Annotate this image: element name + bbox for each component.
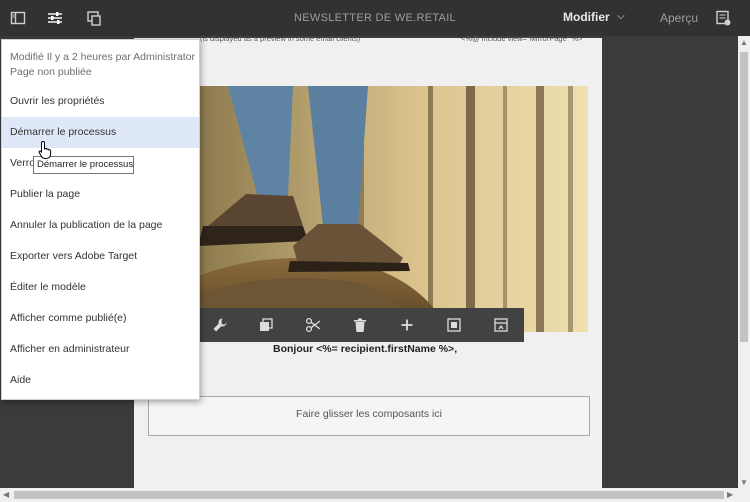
preheader-text: (is displayed as a preview in some email… [200, 34, 361, 43]
hero-image[interactable] [198, 86, 588, 332]
greeting-prefix: Bonjour [273, 343, 317, 355]
menu-item-view-published[interactable]: Afficher comme publié(e) [2, 303, 199, 334]
tooltip-text: Démarrer le processus [37, 159, 134, 170]
top-toolbar: NEWSLETTER DE WE.RETAIL Modifier ⌵ Aperç… [0, 0, 750, 36]
hand-cursor-icon [38, 140, 54, 160]
page-status-info: Modifié Il y a 2 heures par Administrato… [10, 50, 195, 80]
mode-selector[interactable]: Modifier [563, 10, 610, 24]
menu-item-label: Afficher comme publié(e) [10, 312, 127, 324]
menu-item-label: Ouvrir les propriétés [10, 95, 105, 107]
parent-icon[interactable] [493, 317, 509, 333]
scroll-down-icon[interactable]: ▼ [740, 478, 748, 487]
annotations-icon[interactable] [715, 10, 731, 26]
preview-button[interactable]: Aperçu [660, 11, 698, 25]
page-title: NEWSLETTER DE WE.RETAIL [294, 12, 456, 24]
page-info-menu: Modifié Il y a 2 heures par Administrato… [1, 39, 200, 400]
scroll-right-icon[interactable]: ▶ [727, 490, 733, 499]
group-icon[interactable] [446, 317, 462, 333]
drop-zone-label: Faire glisser les composants ici [296, 408, 442, 420]
menu-item-publish[interactable]: Publier la page [2, 179, 199, 210]
greeting-variable: <%= recipient.firstName %> [316, 343, 455, 355]
greeting-suffix: , [454, 343, 458, 355]
vertical-scroll-thumb[interactable] [740, 52, 748, 342]
menu-item-export-target[interactable]: Exporter vers Adobe Target [2, 241, 199, 272]
menu-item-open-properties[interactable]: Ouvrir les propriétés [2, 86, 199, 117]
menu-item-unpublish[interactable]: Annuler la publication de la page [2, 210, 199, 241]
menu-item-help[interactable]: Aide [2, 365, 199, 396]
menu-item-view-admin[interactable]: Afficher en administrateur [2, 334, 199, 365]
drop-zone[interactable]: Faire glisser les composants ici [148, 396, 590, 436]
menu-item-label: Exporter vers Adobe Target [10, 250, 138, 262]
chevron-down-icon[interactable]: ⌵ [617, 11, 625, 22]
menu-item-start-workflow[interactable]: Démarrer le processus [2, 117, 199, 148]
menu-item-label: Afficher en administrateur [10, 343, 130, 355]
plus-icon[interactable] [399, 317, 415, 333]
component-toolbar [198, 308, 524, 342]
scroll-left-icon[interactable]: ◀ [3, 490, 9, 499]
menu-item-label: Verro [10, 157, 36, 169]
scroll-up-icon[interactable]: ▲ [740, 38, 748, 47]
scissors-icon[interactable] [305, 317, 321, 333]
trash-icon[interactable] [352, 317, 368, 333]
wrench-icon[interactable] [212, 317, 228, 333]
modified-text: Modifié Il y a 2 heures par Administrato… [10, 51, 196, 63]
menu-item-edit-template[interactable]: Éditer le modèle [2, 272, 199, 303]
menu-item-label: Aide [10, 374, 32, 386]
menu-item-label: Annuler la publication de la page [10, 219, 163, 231]
mirror-page-text: <%@ include view="MirrorPage" %> [461, 34, 583, 43]
greeting-text: Bonjour <%= recipient.firstName %>, [273, 343, 457, 355]
copy-icon[interactable] [258, 317, 274, 333]
menu-item-label: Publier la page [10, 188, 81, 200]
menu-item-label: Éditer le modèle [10, 281, 86, 293]
publish-status: Page non publiée [10, 66, 92, 78]
menu-item-label: Démarrer le processus [10, 126, 117, 138]
horizontal-scroll-thumb[interactable] [14, 491, 724, 499]
